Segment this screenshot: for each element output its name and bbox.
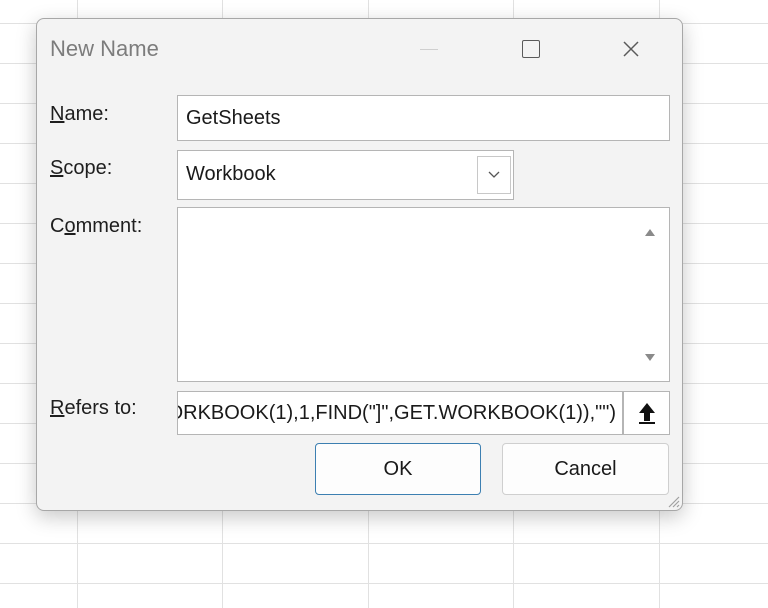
chevron-down-icon <box>488 171 500 178</box>
comment-textarea[interactable] <box>177 207 670 382</box>
scroll-down-icon[interactable] <box>645 354 655 361</box>
refers-to-value: =REPLACE(GET.WORKBOOK(1),1,FIND("]",GET.… <box>177 402 616 424</box>
cancel-button[interactable]: Cancel <box>502 443 669 495</box>
new-name-dialog: New Name Name: Scope: Workbook Comment: … <box>36 18 683 511</box>
maximize-button[interactable] <box>508 29 554 69</box>
refers-to-label: Refers to: <box>50 397 137 419</box>
dropdown-arrow-button[interactable] <box>477 156 511 194</box>
title-bar[interactable]: New Name <box>37 19 682 81</box>
comment-label: Comment: <box>50 215 143 237</box>
scroll-up-icon[interactable] <box>645 229 655 236</box>
minimize-icon <box>406 29 452 69</box>
resize-grip-icon[interactable] <box>666 494 680 508</box>
upload-arrow-icon <box>638 403 655 424</box>
refers-to-input[interactable]: =REPLACE(GET.WORKBOOK(1),1,FIND("]",GET.… <box>177 391 623 435</box>
scope-dropdown[interactable]: Workbook <box>177 150 514 200</box>
scope-label: Scope: <box>50 157 113 179</box>
maximize-icon <box>522 40 540 58</box>
name-input[interactable] <box>177 95 670 141</box>
ok-button[interactable]: OK <box>315 443 481 495</box>
scope-value: Workbook <box>186 163 276 185</box>
dialog-title: New Name <box>50 36 159 61</box>
close-button[interactable] <box>608 29 654 69</box>
name-label: Name: <box>50 103 109 125</box>
close-icon <box>623 41 639 57</box>
collapse-dialog-button[interactable] <box>623 391 670 435</box>
